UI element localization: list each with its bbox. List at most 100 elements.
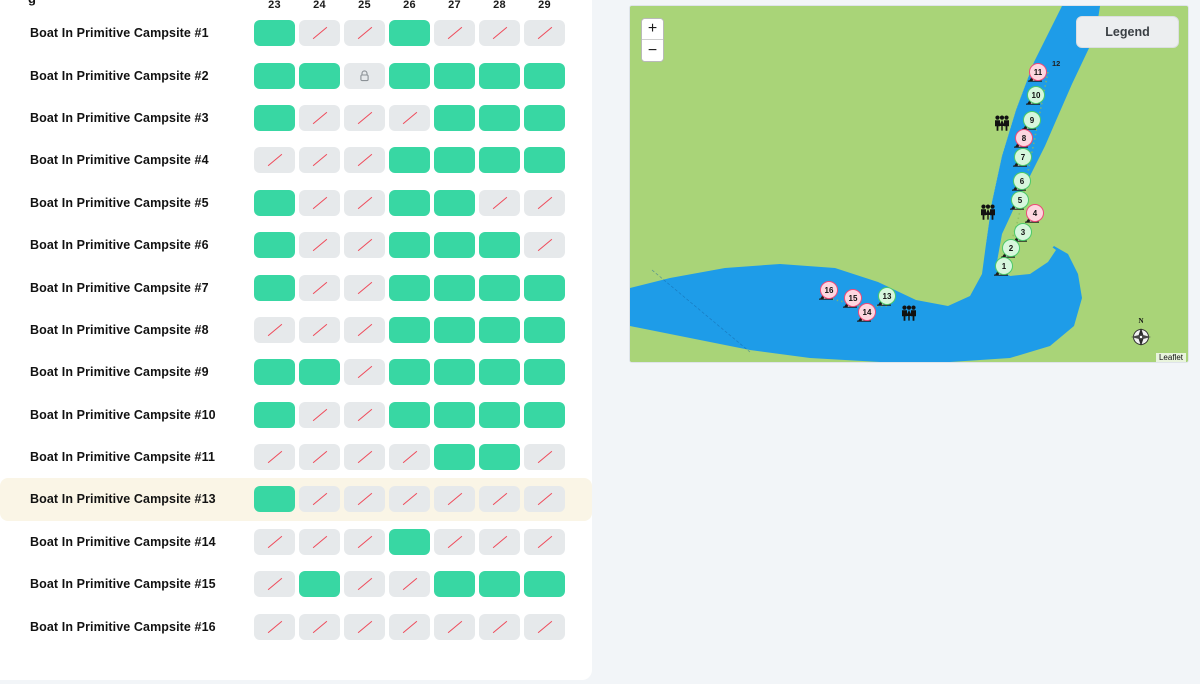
availability-cell-available[interactable] bbox=[479, 274, 520, 301]
map-campsite-marker[interactable]: 8 bbox=[1014, 129, 1036, 150]
availability-cell-unavailable[interactable] bbox=[344, 104, 385, 131]
availability-cell-unavailable[interactable] bbox=[479, 486, 520, 513]
availability-cell-unavailable[interactable] bbox=[389, 444, 430, 471]
availability-cell-unavailable[interactable] bbox=[344, 189, 385, 216]
map-campsite-marker[interactable]: 11 bbox=[1028, 63, 1050, 84]
map-zoom-control[interactable]: + − bbox=[641, 18, 664, 62]
availability-cell-available[interactable] bbox=[479, 316, 520, 343]
availability-cell-unavailable[interactable] bbox=[344, 274, 385, 301]
availability-cell-unavailable[interactable] bbox=[524, 189, 565, 216]
availability-cell-unavailable[interactable] bbox=[299, 528, 340, 555]
availability-cell-available[interactable] bbox=[479, 444, 520, 471]
availability-cell-unavailable[interactable] bbox=[479, 528, 520, 555]
availability-cell-available[interactable] bbox=[254, 274, 295, 301]
availability-cell-available[interactable] bbox=[389, 232, 430, 259]
availability-cell-unavailable[interactable] bbox=[254, 147, 295, 174]
availability-cell-unavailable[interactable] bbox=[389, 613, 430, 640]
availability-cell-unavailable[interactable] bbox=[344, 486, 385, 513]
availability-cell-available[interactable] bbox=[389, 274, 430, 301]
availability-cell-available[interactable] bbox=[299, 571, 340, 598]
availability-cell-available[interactable] bbox=[434, 571, 475, 598]
availability-cell-available[interactable] bbox=[389, 359, 430, 386]
availability-cell-available[interactable] bbox=[524, 147, 565, 174]
availability-cell-available[interactable] bbox=[524, 104, 565, 131]
availability-cell-available[interactable] bbox=[524, 274, 565, 301]
campsite-name[interactable]: Boat In Primitive Campsite #10 bbox=[0, 408, 252, 422]
availability-cell-unavailable[interactable] bbox=[524, 20, 565, 47]
availability-cell-available[interactable] bbox=[389, 147, 430, 174]
availability-cell-available[interactable] bbox=[434, 104, 475, 131]
table-row[interactable]: Boat In Primitive Campsite #14 bbox=[0, 521, 592, 563]
campsite-name[interactable]: Boat In Primitive Campsite #11 bbox=[0, 450, 252, 464]
availability-cell-unavailable[interactable] bbox=[344, 232, 385, 259]
availability-cell-unavailable[interactable] bbox=[479, 189, 520, 216]
availability-cell-unavailable[interactable] bbox=[479, 20, 520, 47]
availability-cell-available[interactable] bbox=[254, 189, 295, 216]
campsite-name[interactable]: Boat In Primitive Campsite #15 bbox=[0, 577, 252, 591]
availability-cell-unavailable[interactable] bbox=[254, 571, 295, 598]
availability-cell-unavailable[interactable] bbox=[254, 316, 295, 343]
map-campsite-marker[interactable]: 7 bbox=[1013, 148, 1035, 169]
campsite-name[interactable]: Boat In Primitive Campsite #9 bbox=[0, 365, 252, 379]
availability-cell-available[interactable] bbox=[254, 62, 295, 89]
availability-cell-available[interactable] bbox=[524, 62, 565, 89]
availability-cell-unavailable[interactable] bbox=[524, 613, 565, 640]
table-row[interactable]: Boat In Primitive Campsite #11 bbox=[0, 436, 592, 478]
table-row[interactable]: Boat In Primitive Campsite #4 bbox=[0, 139, 592, 181]
availability-cell-unavailable[interactable] bbox=[524, 528, 565, 555]
table-row[interactable]: Boat In Primitive Campsite #2 bbox=[0, 54, 592, 96]
availability-cell-available[interactable] bbox=[299, 359, 340, 386]
table-row[interactable]: Boat In Primitive Campsite #9 bbox=[0, 351, 592, 393]
availability-cell-available[interactable] bbox=[479, 232, 520, 259]
table-row[interactable]: Boat In Primitive Campsite #10 bbox=[0, 394, 592, 436]
campsite-name[interactable]: Boat In Primitive Campsite #2 bbox=[0, 69, 252, 83]
availability-cell-available[interactable] bbox=[389, 401, 430, 428]
table-row[interactable]: Boat In Primitive Campsite #16 bbox=[0, 605, 592, 647]
availability-cell-available[interactable] bbox=[389, 20, 430, 47]
availability-cell-unavailable[interactable] bbox=[344, 613, 385, 640]
campsite-name[interactable]: Boat In Primitive Campsite #5 bbox=[0, 196, 252, 210]
availability-cell-unavailable[interactable] bbox=[434, 613, 475, 640]
campsite-name[interactable]: Boat In Primitive Campsite #6 bbox=[0, 238, 252, 252]
campsite-name[interactable]: Boat In Primitive Campsite #7 bbox=[0, 281, 252, 295]
availability-cell-available[interactable] bbox=[299, 62, 340, 89]
availability-cell-unavailable[interactable] bbox=[299, 316, 340, 343]
availability-cell-unavailable[interactable] bbox=[344, 147, 385, 174]
table-row[interactable]: Boat In Primitive Campsite #6 bbox=[0, 224, 592, 266]
availability-cell-available[interactable] bbox=[479, 571, 520, 598]
table-row[interactable]: Boat In Primitive Campsite #3 bbox=[0, 97, 592, 139]
availability-cell-available[interactable] bbox=[479, 62, 520, 89]
map-campsite-marker[interactable]: 4 bbox=[1025, 204, 1047, 225]
availability-cell-unavailable[interactable] bbox=[299, 104, 340, 131]
availability-cell-unavailable[interactable] bbox=[524, 444, 565, 471]
availability-cell-available[interactable] bbox=[434, 189, 475, 216]
map-campsite-marker[interactable]: 6 bbox=[1012, 172, 1034, 193]
availability-cell-unavailable[interactable] bbox=[299, 20, 340, 47]
availability-cell-available[interactable] bbox=[389, 316, 430, 343]
table-row[interactable]: Boat In Primitive Campsite #8 bbox=[0, 309, 592, 351]
campsite-name[interactable]: Boat In Primitive Campsite #8 bbox=[0, 323, 252, 337]
availability-cell-available[interactable] bbox=[434, 359, 475, 386]
availability-cell-unavailable[interactable] bbox=[389, 104, 430, 131]
availability-cell-unavailable[interactable] bbox=[344, 316, 385, 343]
availability-cell-unavailable[interactable] bbox=[299, 189, 340, 216]
availability-cell-available[interactable] bbox=[389, 528, 430, 555]
availability-cell-available[interactable] bbox=[254, 486, 295, 513]
availability-cell-unavailable[interactable] bbox=[344, 401, 385, 428]
availability-cell-unavailable[interactable] bbox=[434, 486, 475, 513]
availability-cell-unavailable[interactable] bbox=[299, 613, 340, 640]
availability-cell-unavailable[interactable] bbox=[299, 147, 340, 174]
availability-cell-available[interactable] bbox=[434, 147, 475, 174]
map-campsite-marker[interactable]: 10 bbox=[1026, 86, 1048, 107]
availability-cell-unavailable[interactable] bbox=[299, 401, 340, 428]
map-campsite-marker[interactable]: 1 bbox=[994, 257, 1016, 278]
availability-cell-reserved[interactable] bbox=[344, 62, 385, 89]
campsite-name[interactable]: Boat In Primitive Campsite #16 bbox=[0, 620, 252, 634]
availability-cell-unavailable[interactable] bbox=[299, 444, 340, 471]
availability-cell-unavailable[interactable] bbox=[434, 528, 475, 555]
campsite-name[interactable]: Boat In Primitive Campsite #3 bbox=[0, 111, 252, 125]
availability-cell-available[interactable] bbox=[479, 104, 520, 131]
legend-button[interactable]: Legend bbox=[1076, 16, 1179, 48]
availability-cell-available[interactable] bbox=[389, 62, 430, 89]
availability-cell-unavailable[interactable] bbox=[254, 528, 295, 555]
